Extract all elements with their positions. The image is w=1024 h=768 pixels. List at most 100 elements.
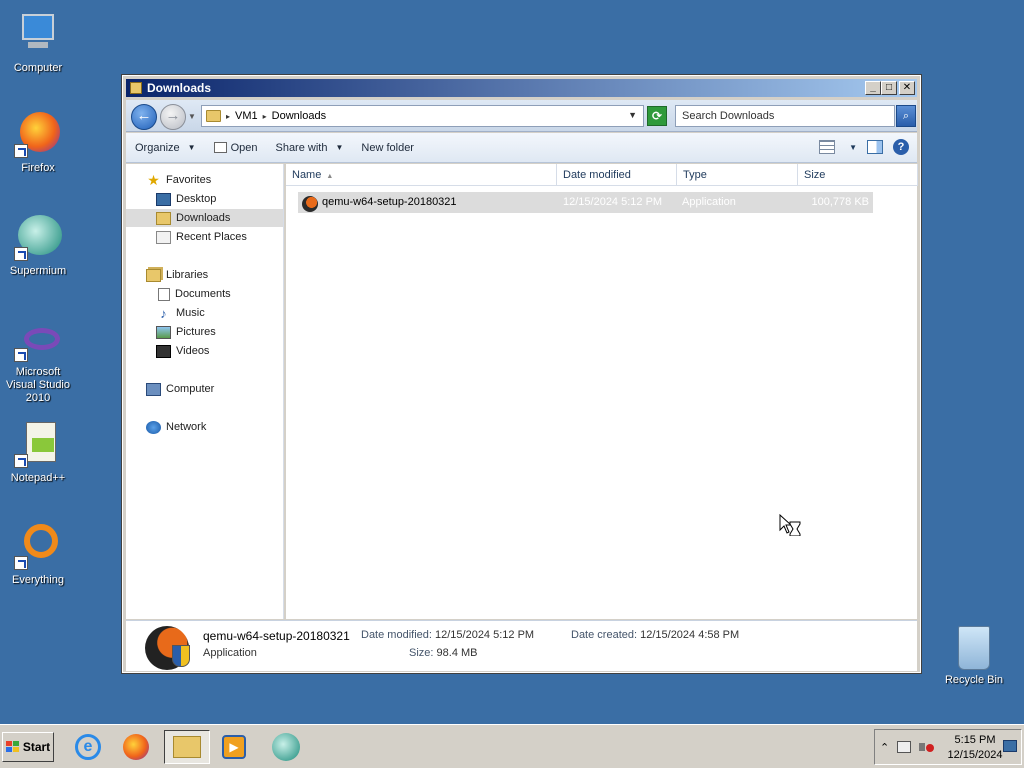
preview-pane-icon[interactable] bbox=[867, 140, 883, 154]
desktop-icon-notepadpp[interactable]: Notepad++ bbox=[0, 420, 76, 485]
desktop-icon-label: Firefox bbox=[21, 162, 55, 174]
sort-ascending-icon: ▲ bbox=[326, 173, 334, 180]
desktop-icon-everything[interactable]: Everything bbox=[0, 522, 76, 587]
nav-label: Downloads bbox=[176, 212, 231, 224]
file-name: qemu-w64-setup-20180321 bbox=[322, 196, 457, 208]
nav-label: Music bbox=[176, 307, 205, 319]
window-titlebar[interactable]: Downloads _ □ ✕ bbox=[126, 79, 917, 97]
column-header-name[interactable]: Name ▲ bbox=[286, 164, 557, 186]
column-header-date[interactable]: Date modified bbox=[557, 164, 677, 186]
nav-item-downloads[interactable]: Downloads bbox=[126, 209, 283, 227]
busy-cursor-icon bbox=[779, 514, 801, 536]
file-date: 12/15/2024 5:12 PM bbox=[563, 196, 663, 208]
nav-item-documents[interactable]: Documents bbox=[158, 285, 237, 303]
refresh-button[interactable]: ⟳ bbox=[647, 106, 667, 126]
nav-label: Desktop bbox=[176, 193, 217, 205]
shortcut-arrow-icon bbox=[14, 556, 28, 570]
nav-item-desktop[interactable]: Desktop bbox=[156, 190, 222, 208]
recent-places-icon bbox=[156, 230, 171, 244]
open-label: Open bbox=[230, 141, 258, 154]
help-icon[interactable]: ? bbox=[893, 139, 909, 155]
show-hidden-icons-chevron-icon[interactable]: ⌃ bbox=[880, 741, 889, 754]
everything-icon bbox=[14, 522, 62, 570]
windows-explorer-icon bbox=[173, 736, 201, 758]
desktop-icon-firefox[interactable]: Firefox bbox=[0, 110, 76, 175]
close-button[interactable]: ✕ bbox=[899, 81, 915, 95]
nav-item-favorites[interactable]: ★ Favorites bbox=[146, 171, 217, 189]
windows-logo-icon bbox=[5, 741, 20, 753]
organize-button[interactable]: Organize ▼ bbox=[126, 142, 205, 154]
column-header-type[interactable]: Type bbox=[677, 164, 798, 186]
file-list[interactable]: Name ▲ Date modified Type Size qemu-w64-s… bbox=[286, 164, 918, 619]
new-folder-button[interactable]: New folder bbox=[352, 142, 423, 154]
taskbar-media-player[interactable]: ▶ bbox=[214, 730, 254, 764]
start-button[interactable]: Start bbox=[2, 732, 54, 762]
search-input[interactable]: Search Downloads bbox=[675, 105, 895, 127]
taskbar-firefox[interactable] bbox=[116, 730, 156, 764]
search-icon[interactable]: ⌕ bbox=[896, 105, 916, 127]
command-bar: Organize ▼ Open Share with ▼ New folder … bbox=[126, 133, 917, 163]
maximize-button[interactable]: □ bbox=[881, 81, 897, 95]
nav-item-music[interactable]: ♪ Music bbox=[156, 304, 211, 322]
qemu-installer-icon bbox=[302, 196, 318, 212]
view-options-dropdown-icon[interactable]: ▼ bbox=[849, 143, 857, 152]
column-header-size[interactable]: Size bbox=[798, 164, 918, 186]
nav-item-recent-places[interactable]: Recent Places bbox=[156, 228, 253, 246]
details-file-type: Application bbox=[203, 647, 257, 659]
nav-label: Recent Places bbox=[176, 231, 247, 243]
explorer-window[interactable]: Downloads _ □ ✕ ← → ▼ ▸ VM1 ▸ Downloads … bbox=[121, 74, 922, 674]
nav-label: Favorites bbox=[166, 174, 212, 186]
desktop-icon-computer[interactable]: Computer bbox=[0, 10, 76, 75]
nav-label: Libraries bbox=[166, 269, 209, 281]
clock[interactable]: 5:15 PM 12/15/2024 bbox=[947, 733, 1003, 763]
breadcrumb-vm1[interactable]: VM1 bbox=[235, 110, 258, 122]
open-button[interactable]: Open bbox=[205, 142, 267, 154]
notepadpp-icon bbox=[14, 420, 62, 468]
shortcut-arrow-icon bbox=[14, 348, 28, 362]
nav-label: Computer bbox=[166, 383, 215, 395]
taskbar: Start e ▶ ⌃ 5:15 PM 12/15/2024 bbox=[0, 724, 1024, 768]
change-view-icon[interactable] bbox=[819, 140, 836, 154]
nav-item-pictures[interactable]: Pictures bbox=[156, 323, 222, 341]
volume-muted-icon[interactable] bbox=[919, 741, 935, 753]
address-bar-row: ← → ▼ ▸ VM1 ▸ Downloads ▼ ⟳ Search Downl… bbox=[126, 100, 917, 132]
taskbar-supermium[interactable] bbox=[266, 730, 306, 764]
table-row[interactable]: qemu-w64-setup-20180321 12/15/2024 5:12 … bbox=[298, 192, 873, 213]
libraries-icon bbox=[146, 268, 161, 282]
column-headers: Name ▲ Date modified Type Size bbox=[286, 164, 918, 186]
forward-button[interactable]: → bbox=[160, 104, 186, 130]
breadcrumb-downloads[interactable]: Downloads bbox=[272, 110, 326, 122]
nav-label: Documents bbox=[175, 288, 231, 300]
minimize-button[interactable]: _ bbox=[865, 81, 881, 95]
desktop-icon-recycle-bin[interactable]: Recycle Bin bbox=[936, 626, 1012, 686]
address-dropdown-icon[interactable]: ▼ bbox=[628, 110, 637, 120]
desktop-icon-visual-studio[interactable]: Microsoft Visual Studio 2010 bbox=[0, 322, 76, 405]
documents-icon bbox=[158, 287, 170, 301]
column-label: Date modified bbox=[563, 169, 631, 181]
chevron-down-icon: ▼ bbox=[335, 143, 344, 152]
nav-item-videos[interactable]: Videos bbox=[156, 342, 215, 360]
breadcrumb-arrow-icon[interactable]: ▸ bbox=[226, 112, 230, 121]
nav-item-libraries[interactable]: Libraries bbox=[146, 266, 214, 284]
visual-studio-icon bbox=[14, 322, 62, 362]
window-title: Downloads bbox=[147, 81, 212, 95]
back-button[interactable]: ← bbox=[131, 104, 157, 130]
music-icon: ♪ bbox=[160, 305, 167, 321]
breadcrumb-arrow-icon[interactable]: ▸ bbox=[263, 112, 267, 121]
address-bar[interactable]: ▸ VM1 ▸ Downloads ▼ bbox=[201, 105, 644, 127]
nav-label: Videos bbox=[176, 345, 210, 357]
recent-pages-dropdown-icon[interactable]: ▼ bbox=[188, 112, 196, 121]
nav-item-computer[interactable]: Computer bbox=[146, 380, 220, 398]
taskbar-internet-explorer[interactable]: e bbox=[68, 730, 108, 764]
chevron-down-icon: ▼ bbox=[187, 143, 196, 152]
videos-icon bbox=[156, 344, 171, 358]
network-status-icon[interactable] bbox=[897, 741, 912, 753]
nav-item-network[interactable]: Network bbox=[146, 418, 212, 436]
show-desktop-icon[interactable] bbox=[1003, 740, 1017, 752]
taskbar-windows-explorer[interactable] bbox=[164, 730, 210, 764]
details-label: Size: bbox=[409, 647, 434, 659]
organize-label: Organize bbox=[135, 141, 180, 154]
desktop-icon-supermium[interactable]: Supermium bbox=[0, 213, 76, 278]
share-with-button[interactable]: Share with ▼ bbox=[266, 142, 352, 154]
nav-label: Network bbox=[166, 421, 207, 433]
